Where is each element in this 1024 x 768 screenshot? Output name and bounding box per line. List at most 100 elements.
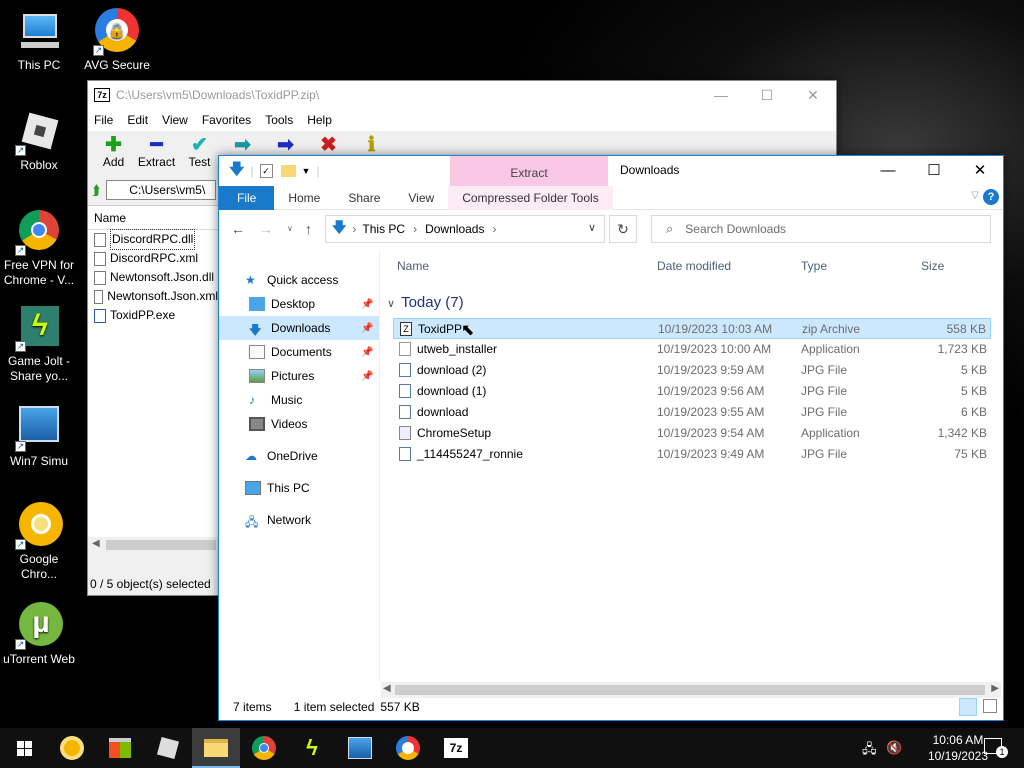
up-arrow-icon[interactable]: ↑ — [305, 221, 312, 237]
pin-icon[interactable]: 📌 — [361, 323, 373, 334]
nav-network[interactable]: 🖧 Network — [219, 508, 379, 532]
taskbar-clock[interactable]: 10:06 AM 10/19/2023 — [928, 732, 988, 764]
nav-desktop[interactable]: Desktop 📌 — [219, 292, 379, 316]
properties-icon[interactable]: ✓ — [259, 164, 273, 178]
nav-quick-access[interactable]: ★ Quick access — [219, 268, 379, 292]
explorer-window[interactable]: 🡇 | ✓ ▼ | Extract Downloads — ☐ ✕ File H… — [218, 155, 1004, 721]
tab-file[interactable]: File — [219, 185, 275, 210]
address-bar[interactable]: 🡇 › This PC › Downloads › ∨ — [325, 215, 605, 243]
taskbar-store[interactable] — [96, 728, 144, 768]
pin-icon[interactable]: 📌 — [361, 347, 373, 358]
maximize-icon[interactable]: ☐ — [911, 156, 957, 186]
tab-view[interactable]: View — [394, 186, 448, 210]
desktop-icon-avg-browser[interactable]: 🔒 ↗ AVG Secure B... — [78, 8, 156, 73]
extract-context-tab[interactable]: Extract — [450, 156, 608, 186]
new-folder-icon[interactable] — [280, 165, 296, 177]
list-item[interactable]: Newtonsoft.Json.dll — [88, 268, 218, 287]
taskbar-file-explorer[interactable] — [192, 728, 240, 768]
close-icon[interactable]: ✕ — [957, 156, 1003, 186]
add-button[interactable]: ✚ Add — [92, 131, 135, 177]
start-button[interactable] — [0, 728, 48, 768]
taskbar-chrome-canary[interactable] — [48, 728, 96, 768]
nav-music[interactable]: ♪ Music — [219, 388, 379, 412]
tab-compressed-folder-tools[interactable]: Compressed Folder Tools — [448, 185, 613, 210]
desktop-icon-chrome-vpn[interactable]: ↗ Free VPN for Chrome - V... — [0, 208, 78, 288]
column-date-header[interactable]: Date modified — [657, 259, 731, 273]
network-tray-icon[interactable]: 🖧 — [862, 740, 877, 762]
extract-button[interactable]: ━ Extract — [135, 131, 178, 177]
table-row[interactable]: utweb_installer 10/19/2023 10:00 AM Applic… — [393, 339, 991, 360]
column-size-header[interactable]: Size — [921, 259, 944, 273]
breadcrumb-this-pc[interactable]: This PC — [362, 222, 405, 236]
up-folder-icon[interactable]: ⮭ — [92, 182, 100, 199]
forward-arrow-icon[interactable]: → — [259, 221, 273, 237]
volume-muted-icon[interactable]: 🔇 — [886, 740, 902, 756]
refresh-icon[interactable]: ↻ — [609, 215, 637, 243]
table-row[interactable]: ChromeSetup 10/19/2023 9:54 AM Application… — [393, 423, 991, 444]
nav-this-pc[interactable]: This PC — [219, 476, 379, 500]
desktop-icon-chrome-canary[interactable]: ↗ Google Chro... — [0, 502, 78, 582]
pin-icon[interactable]: 📌 — [361, 299, 373, 310]
scroll-left-icon[interactable]: ◀ — [383, 683, 391, 694]
menu-view[interactable]: View — [162, 113, 188, 127]
minimize-icon[interactable]: — — [865, 156, 911, 186]
list-item[interactable]: Newtonsoft.Json.xml — [88, 287, 218, 306]
taskbar-7zip[interactable]: 7z — [432, 728, 480, 768]
desktop-icon-utorrent[interactable]: µ ↗ uTorrent Web — [0, 602, 78, 667]
group-header[interactable]: ∨ Today (7) — [387, 294, 464, 311]
column-name-header[interactable]: Name — [88, 206, 218, 230]
menu-tools[interactable]: Tools — [265, 113, 293, 127]
minimize-icon[interactable]: — — [698, 81, 744, 109]
scroll-left-icon[interactable]: ◀ — [92, 538, 100, 549]
column-name-header[interactable]: Name — [397, 259, 429, 273]
menu-edit[interactable]: Edit — [127, 113, 148, 127]
sevenzip-hscrollbar[interactable]: ◀ — [88, 537, 218, 553]
search-input[interactable]: ⌕ Search Downloads — [651, 215, 991, 243]
taskbar-chrome[interactable] — [240, 728, 288, 768]
table-row[interactable]: download (2) 10/19/2023 9:59 AM JPG File 5 … — [393, 360, 991, 381]
breadcrumb-downloads[interactable]: Downloads — [425, 222, 484, 236]
table-row[interactable]: Z ToxidPP 10/19/2023 10:03 AM zip Archive 55… — [393, 318, 991, 339]
column-type-header[interactable]: Type — [801, 259, 827, 273]
table-row[interactable]: download (1) 10/19/2023 9:56 AM JPG File 5 … — [393, 381, 991, 402]
desktop-icon-roblox[interactable]: ↗ Roblox — [0, 108, 78, 173]
pin-icon[interactable]: 📌 — [361, 371, 373, 382]
download-arrow-icon[interactable]: 🡇 — [229, 159, 244, 184]
close-icon[interactable]: ✕ — [790, 81, 836, 109]
desktop-icon-this-pc[interactable]: This PC — [0, 8, 78, 73]
nav-documents[interactable]: Documents 📌 — [219, 340, 379, 364]
nav-downloads[interactable]: 🡇 Downloads 📌 — [219, 316, 379, 340]
help-icon[interactable]: ? — [983, 189, 999, 205]
taskbar-gamejolt[interactable]: ϟ — [288, 728, 336, 768]
sevenzip-path-input[interactable]: C:\Users\vm5\ — [106, 180, 217, 200]
list-item[interactable]: DiscordRPC.dll — [88, 229, 218, 250]
large-icons-view-icon[interactable] — [983, 699, 997, 713]
taskbar-win7[interactable] — [336, 728, 384, 768]
test-button[interactable]: ✔ Test — [178, 131, 221, 177]
nav-onedrive[interactable]: ☁ OneDrive — [219, 444, 379, 468]
desktop-icon-gamejolt[interactable]: ϟ ↗ Game Jolt - Share yo... — [0, 304, 78, 384]
taskbar-roblox[interactable] — [144, 728, 192, 768]
menu-favorites[interactable]: Favorites — [202, 113, 251, 127]
ribbon-expand-icon[interactable]: ▽ — [971, 190, 979, 201]
back-arrow-icon[interactable]: ← — [231, 221, 245, 237]
nav-pictures[interactable]: Pictures 📌 — [219, 364, 379, 388]
list-item[interactable]: DiscordRPC.xml — [88, 249, 218, 268]
nav-videos[interactable]: Videos — [219, 412, 379, 436]
menu-help[interactable]: Help — [307, 113, 332, 127]
qat-dropdown-icon[interactable]: ▼ — [302, 166, 311, 176]
details-view-icon[interactable] — [959, 698, 977, 716]
scroll-right-icon[interactable]: ▶ — [991, 683, 999, 694]
recent-dropdown-icon[interactable]: ∨ — [287, 224, 293, 233]
address-dropdown-icon[interactable]: ∨ — [588, 221, 596, 234]
list-item[interactable]: ToxidPP.exe — [88, 306, 218, 325]
menu-file[interactable]: File — [94, 113, 113, 127]
tab-home[interactable]: Home — [274, 186, 334, 210]
table-row[interactable]: _114455247_ronnie 10/19/2023 9:49 AM JPG F… — [393, 444, 991, 465]
tab-share[interactable]: Share — [334, 186, 394, 210]
maximize-icon[interactable]: ☐ — [744, 81, 790, 109]
table-row[interactable]: download 10/19/2023 9:55 AM JPG File 6 KB — [393, 402, 991, 423]
collapse-chevron-icon[interactable]: ∨ — [387, 298, 395, 310]
taskbar-avg-browser[interactable] — [384, 728, 432, 768]
desktop-icon-win7[interactable]: ↗ Win7 Simu — [0, 404, 78, 469]
